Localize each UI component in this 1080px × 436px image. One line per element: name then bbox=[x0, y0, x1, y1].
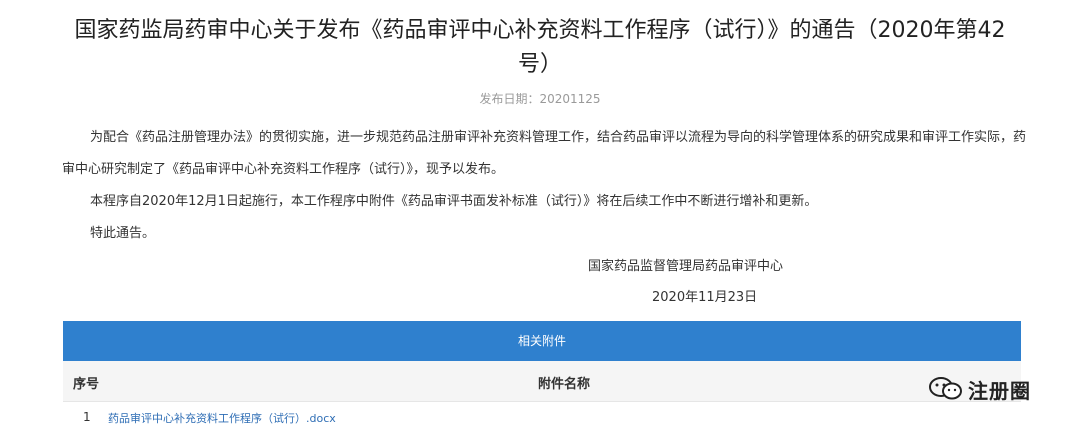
publish-date: 发布日期：20201125 bbox=[479, 92, 601, 106]
notice-body: 为配合《药品注册管理办法》的贯彻实施，进一步规范药品注册审评补充资料管理工作，结… bbox=[62, 122, 1032, 250]
watermark-text: 注册圈 bbox=[968, 378, 1031, 403]
paragraph-intro: 为配合《药品注册管理办法》的贯彻实施，进一步规范药品注册审评补充资料管理工作，结… bbox=[62, 130, 1027, 177]
column-header-name: 附件名称 bbox=[538, 377, 591, 392]
table-row: 1 药品审评中心补充资料工作程序（试行）.docx bbox=[63, 402, 1021, 434]
attachments-table-header: 序号 附件名称 bbox=[63, 361, 1021, 402]
signature-organization: 国家药品监督管理局药品审评中心 bbox=[588, 259, 784, 274]
signature-date: 2020年11月23日 bbox=[652, 290, 758, 305]
watermark: 注册圈 bbox=[928, 374, 1031, 404]
wechat-icon bbox=[929, 377, 962, 400]
paragraph-effective: 本程序自2020年12月1日起施行，本工作程序中附件《药品审评书面发补标准（试行… bbox=[90, 194, 818, 209]
row-seq: 1 bbox=[83, 410, 91, 424]
column-header-seq: 序号 bbox=[73, 377, 100, 392]
notice-page: 国家药监局药审中心关于发布《药品审评中心补充资料工作程序（试行）》的通告（202… bbox=[0, 0, 1080, 436]
attachment-link[interactable]: 药品审评中心补充资料工作程序（试行）.docx bbox=[108, 410, 336, 426]
attachments-header: 相关附件 bbox=[63, 321, 1021, 361]
page-title: 国家药监局药审中心关于发布《药品审评中心补充资料工作程序（试行）》的通告（202… bbox=[74, 18, 1006, 77]
paragraph-closing: 特此通告。 bbox=[90, 226, 156, 241]
